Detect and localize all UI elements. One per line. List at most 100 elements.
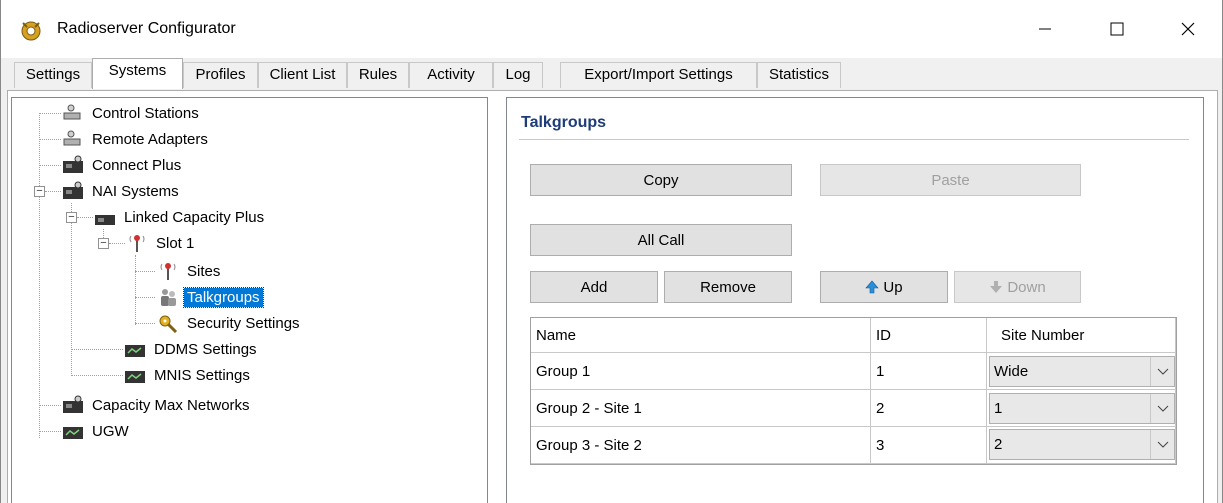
tree-item-linked-capacity-plus[interactable]: Linked Capacity Plus bbox=[94, 205, 267, 229]
button-label: Down bbox=[1007, 278, 1046, 296]
table-cell-id[interactable]: 2 bbox=[871, 390, 987, 427]
collapse-nai-systems-icon[interactable]: − bbox=[34, 186, 45, 197]
site-number-select[interactable]: 2 bbox=[989, 429, 1175, 460]
add-button[interactable]: Add bbox=[530, 271, 658, 303]
site-number-select[interactable]: Wide bbox=[989, 356, 1175, 387]
key-icon bbox=[157, 313, 179, 334]
tab-label: Systems bbox=[108, 62, 167, 79]
tree-item-talkgroups[interactable]: Talkgroups bbox=[157, 285, 264, 309]
settings-device-icon bbox=[124, 365, 146, 385]
tab-export-import-settings[interactable]: Export/Import Settings bbox=[560, 62, 757, 88]
column-header-name[interactable]: Name bbox=[531, 318, 871, 353]
settings-device-icon bbox=[124, 339, 146, 359]
tab-systems[interactable]: Systems bbox=[92, 58, 183, 89]
chevron-down-icon[interactable] bbox=[1150, 430, 1174, 459]
site-number-select[interactable]: 1 bbox=[989, 393, 1175, 424]
tree-item-label: Capacity Max Networks bbox=[92, 396, 250, 414]
chevron-down-icon[interactable] bbox=[1150, 357, 1174, 386]
cell-text: 2 bbox=[876, 399, 885, 417]
tree-item-label: Linked Capacity Plus bbox=[124, 208, 265, 226]
tab-label: Settings bbox=[25, 66, 81, 83]
tree-line bbox=[39, 113, 61, 114]
tree-item-label: NAI Systems bbox=[92, 182, 179, 200]
tree-item-slot-1[interactable]: Slot 1 bbox=[126, 231, 197, 255]
tree-item-label: Connect Plus bbox=[92, 156, 182, 174]
table-cell-id[interactable]: 1 bbox=[871, 353, 987, 390]
close-button[interactable] bbox=[1159, 0, 1217, 58]
paste-button[interactable]: Paste bbox=[820, 164, 1081, 196]
tree-item-remote-adapters[interactable]: Remote Adapters bbox=[62, 127, 211, 151]
tree-item-label: Security Settings bbox=[187, 314, 300, 332]
tab-strip: Settings Systems Profiles Client List Ru… bbox=[1, 58, 1222, 92]
copy-button[interactable]: Copy bbox=[530, 164, 792, 196]
tree-item-capacity-max-networks[interactable]: Capacity Max Networks bbox=[62, 393, 253, 417]
tab-label: Client List bbox=[269, 66, 336, 83]
column-header-label: ID bbox=[876, 326, 891, 344]
tree-line bbox=[77, 217, 93, 218]
tab-label: Log bbox=[505, 66, 531, 83]
up-button[interactable]: Up bbox=[820, 271, 948, 303]
tab-log[interactable]: Log bbox=[493, 62, 543, 88]
maximize-button[interactable] bbox=[1088, 0, 1146, 58]
all-call-button[interactable]: All Call bbox=[530, 224, 792, 256]
control-station-icon bbox=[62, 103, 84, 123]
tree-line bbox=[39, 405, 61, 406]
tree-item-ugw[interactable]: UGW bbox=[62, 419, 132, 443]
down-button[interactable]: Down bbox=[954, 271, 1081, 303]
chevron-down-icon[interactable] bbox=[1150, 394, 1174, 423]
button-label: Paste bbox=[931, 171, 970, 189]
tree-line bbox=[135, 271, 155, 272]
button-label: Copy bbox=[643, 171, 679, 189]
minimize-icon bbox=[1039, 28, 1051, 30]
tree-item-label: DDMS Settings bbox=[154, 340, 257, 358]
talkgroups-panel: Talkgroups Copy Paste All Call Add Remov… bbox=[506, 97, 1204, 503]
table-cell-name[interactable]: Group 2 - Site 1 bbox=[531, 390, 871, 427]
radio-system-icon bbox=[62, 395, 84, 415]
talkgroup-icon bbox=[157, 287, 179, 307]
button-label: All Call bbox=[637, 231, 685, 249]
tree-item-label: Talkgroups bbox=[183, 286, 264, 308]
tab-client-list[interactable]: Client List bbox=[258, 62, 347, 88]
tree-item-connect-plus[interactable]: Connect Plus bbox=[62, 153, 184, 177]
tree-item-ddms-settings[interactable]: DDMS Settings bbox=[124, 337, 260, 361]
tree-line bbox=[39, 165, 61, 166]
tree-item-control-stations[interactable]: Control Stations bbox=[62, 101, 202, 125]
collapse-slot-1-icon[interactable]: − bbox=[98, 238, 109, 249]
tab-settings[interactable]: Settings bbox=[14, 62, 92, 88]
tree-item-label: Slot 1 bbox=[156, 234, 195, 252]
app-window: Radioserver Configurator Settings System… bbox=[0, 0, 1223, 503]
tree-item-label: UGW bbox=[92, 422, 129, 440]
remove-button[interactable]: Remove bbox=[664, 271, 792, 303]
tab-label: Statistics bbox=[768, 66, 829, 83]
maximize-icon bbox=[1110, 22, 1124, 36]
button-label: Add bbox=[580, 278, 608, 296]
column-header-label: Site Number bbox=[1001, 326, 1085, 344]
cell-text: Group 2 - Site 1 bbox=[536, 399, 642, 417]
column-header-id[interactable]: ID bbox=[871, 318, 987, 353]
tree-line bbox=[135, 323, 155, 324]
tab-activity[interactable]: Activity bbox=[409, 62, 493, 88]
collapse-linked-capacity-plus-icon[interactable]: − bbox=[66, 212, 77, 223]
tree-item-sites[interactable]: Sites bbox=[157, 259, 223, 283]
select-value: 1 bbox=[994, 400, 1003, 417]
table-cell-name[interactable]: Group 1 bbox=[531, 353, 871, 390]
column-header-site-number[interactable]: Site Number bbox=[987, 318, 1176, 353]
tree-item-label: Remote Adapters bbox=[92, 130, 208, 148]
settings-device-icon bbox=[62, 421, 84, 441]
table-cell-name[interactable]: Group 3 - Site 2 bbox=[531, 427, 871, 464]
systems-tree[interactable]: − − − Control Stations Remote Adapters C… bbox=[11, 97, 488, 503]
tab-label: Export/Import Settings bbox=[584, 66, 733, 83]
title-bar: Radioserver Configurator bbox=[1, 0, 1222, 58]
minimize-button[interactable] bbox=[1016, 0, 1074, 58]
cell-text: 1 bbox=[876, 362, 885, 380]
tree-item-security-settings[interactable]: Security Settings bbox=[157, 311, 303, 335]
tab-profiles[interactable]: Profiles bbox=[183, 62, 258, 88]
tab-statistics[interactable]: Statistics bbox=[757, 62, 841, 88]
tree-item-mnis-settings[interactable]: MNIS Settings bbox=[124, 363, 253, 387]
tree-line bbox=[71, 349, 123, 350]
cell-text: 3 bbox=[876, 436, 885, 454]
tab-rules[interactable]: Rules bbox=[347, 62, 409, 88]
tree-item-nai-systems[interactable]: NAI Systems bbox=[62, 179, 182, 203]
table-cell-id[interactable]: 3 bbox=[871, 427, 987, 464]
tree-item-label: Control Stations bbox=[92, 104, 199, 122]
